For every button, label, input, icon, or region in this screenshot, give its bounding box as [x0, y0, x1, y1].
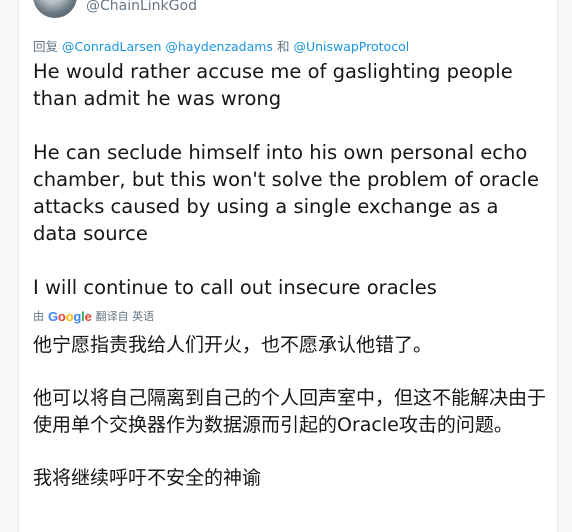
tweet-card: @ChainLinkGod 回复 @ConradLarsen @haydenza…: [18, 0, 558, 532]
tweet-text: He would rather accuse me of gaslighting…: [33, 58, 548, 328]
google-logo[interactable]: Google: [48, 309, 92, 324]
mention-conradlarsen[interactable]: @ConradLarsen: [62, 39, 161, 54]
avatar[interactable]: [33, 0, 77, 18]
translated-paragraph: 他宁愿指责我给人们开火，也不愿承认他错了。: [33, 334, 433, 356]
translated-text: 他宁愿指责我给人们开火，也不愿承认他错了。 他可以将自己隔离到自己的个人回声室中…: [33, 332, 548, 518]
tweet-paragraph: I will continue to call out insecure ora…: [33, 276, 437, 299]
reply-conjunction: 和: [276, 39, 290, 54]
translated-paragraph: 我将继续呼吁不安全的神谕: [33, 467, 262, 489]
mention-uniswapprotocol[interactable]: @UniswapProtocol: [293, 39, 409, 54]
mention-haydenzadams[interactable]: @haydenzadams: [165, 39, 273, 54]
tweet-paragraph: He can seclude himself into his own pers…: [33, 141, 539, 245]
tweet-paragraph: He would rather accuse me of gaslighting…: [33, 60, 513, 110]
translation-attribution: 由 Google 翻译自 英语: [33, 308, 154, 324]
translated-from-label: 翻译自 英语: [95, 310, 155, 323]
reply-prefix: 回复: [33, 39, 59, 54]
author-handle[interactable]: @ChainLinkGod: [86, 0, 197, 14]
replying-to-line: 回复 @ConradLarsen @haydenzadams 和 @Uniswa…: [33, 36, 409, 55]
translated-paragraph: 他可以将自己隔离到自己的个人回声室中，但这不能解决由于使用单个交换器作为数据源而…: [33, 387, 547, 436]
translation-by-label: 由: [33, 310, 44, 323]
